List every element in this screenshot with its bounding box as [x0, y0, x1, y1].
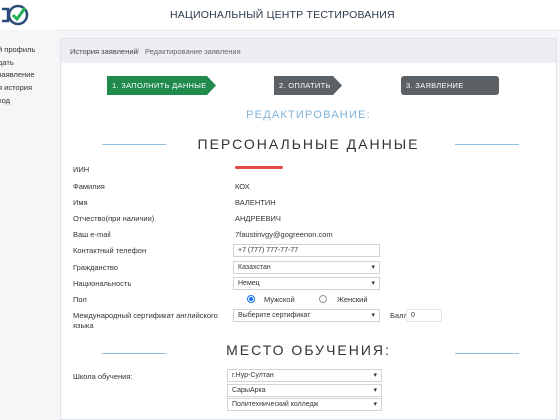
gender-label: Пол [73, 295, 87, 304]
surname-label: Фамилия [73, 182, 105, 191]
nationality-value: Немец [238, 280, 260, 287]
iin-label: ИИН [73, 165, 90, 174]
city-select[interactable]: г.Нур-Султан [227, 369, 382, 382]
step-fill-data-label: 1. ЗАПОЛНИТЬ ДАННЫЕ [112, 81, 207, 90]
step-submitted[interactable]: 3. ЗАЯВЛЕНИЕ ПОДАНО [401, 76, 499, 109]
sidebar-item-exit[interactable]: ход [0, 96, 10, 105]
nationality-label: Национальность [73, 279, 132, 288]
gender-male-radio[interactable] [247, 295, 255, 303]
certificate-value: Выберите сертификат [238, 312, 311, 319]
certificate-label: Международный сертификат английского язы… [73, 311, 218, 330]
sidebar-item-create-application[interactable]: заявление [0, 70, 35, 79]
nationality-select[interactable]: Немец [233, 277, 380, 290]
logo-check-icon[interactable] [0, 3, 30, 27]
main-card: История заявлений / Редактирование заявл… [60, 38, 557, 420]
name-value: ВАЛЕНТИН [235, 198, 276, 207]
patronymic-label: Отчество(при наличии) [73, 214, 155, 223]
section-title-study: МЕСТО ОБУЧЕНИЯ: [226, 342, 391, 358]
step-pay[interactable]: 2. ОПЛАТИТЬ [274, 76, 342, 95]
citizenship-select[interactable]: Казахстан [233, 261, 380, 274]
school-label: Школа обучения: [73, 372, 133, 381]
school-value: Политехнический колледж [232, 401, 319, 408]
email-label: Ваш e-mail [73, 230, 111, 239]
sidebar-item-create[interactable]: дать [0, 58, 14, 67]
phone-input[interactable]: +7 (777) 777-77-77 [233, 244, 380, 257]
step-pay-label: 2. ОПЛАТИТЬ [279, 81, 331, 90]
phone-label: Контактный телефон [73, 246, 147, 255]
name-label: Имя [73, 198, 88, 207]
section-title-personal: ПЕРСОНАЛЬНЫЕ ДАННЫЕ [197, 136, 420, 152]
top-bar: НАЦИОНАЛЬНЫЙ ЦЕНТР ТЕСТИРОВАНИЯ [0, 0, 560, 31]
certificate-select[interactable]: Выберите сертификат [233, 309, 380, 322]
citizenship-value: Казахстан [238, 264, 271, 271]
step-submitted-label: 3. ЗАЯВЛЕНИЕ ПОДАНО [406, 81, 464, 109]
breadcrumb-separator: / [137, 47, 140, 56]
step-fill-data[interactable]: 1. ЗАПОЛНИТЬ ДАННЫЕ [107, 76, 216, 95]
site-title: НАЦИОНАЛЬНЫЙ ЦЕНТР ТЕСТИРОВАНИЯ [170, 9, 395, 21]
gender-male-label[interactable]: Мужской [264, 295, 295, 304]
sidebar-item-history[interactable]: я история [0, 83, 32, 92]
gender-female-radio[interactable] [319, 295, 327, 303]
surname-value: КОХ [235, 182, 250, 191]
gender-female-label[interactable]: Женский [337, 295, 368, 304]
sidebar: й профиль дать заявление я история ход [0, 30, 58, 414]
iin-redacted [235, 166, 283, 169]
patronymic-value: АНДРЕЕВИЧ [235, 214, 281, 223]
school-select[interactable]: Политехнический колледж [227, 398, 382, 411]
email-value: 7faustinvgy@gogreenon.com [235, 230, 333, 239]
edit-title: РЕДАКТИРОВАНИЕ: [246, 109, 371, 121]
district-select[interactable]: СарыАрка [227, 384, 382, 397]
score-input[interactable]: 0 [406, 309, 442, 322]
district-value: СарыАрка [232, 387, 266, 394]
city-value: г.Нур-Султан [232, 372, 274, 379]
breadcrumb-history-link[interactable]: История заявлений [70, 47, 138, 56]
citizenship-label: Гражданство [73, 263, 118, 272]
breadcrumb: История заявлений / Редактирование заявл… [61, 39, 556, 63]
breadcrumb-current: Редактирование заявления [145, 47, 241, 56]
sidebar-item-profile[interactable]: й профиль [0, 45, 35, 54]
